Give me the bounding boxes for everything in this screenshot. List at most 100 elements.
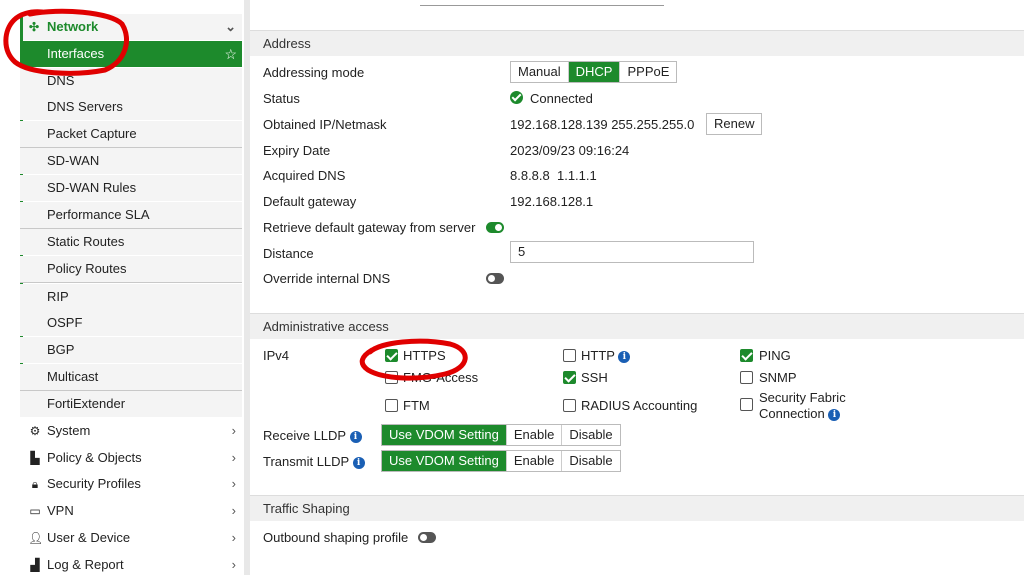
snmp-checkbox[interactable] bbox=[740, 371, 753, 384]
obtained-ip-value: 192.168.128.139 255.255.255.0 bbox=[510, 117, 695, 132]
sidebar-item-label: Static Routes bbox=[47, 234, 125, 249]
renew-button[interactable]: Renew bbox=[706, 113, 763, 135]
sidebar-item-label: Log & Report bbox=[47, 557, 124, 572]
radius-accounting-checkbox[interactable] bbox=[563, 399, 576, 412]
sidebar-item-label: Interfaces bbox=[47, 46, 105, 61]
sidebar-item-static-routes[interactable]: Static Routes bbox=[20, 229, 242, 255]
status-value: Connected bbox=[530, 91, 593, 106]
snmp-label: SNMP bbox=[759, 370, 797, 385]
sidebar: ✣ Network ⌄ Interfaces ☆ DNS DNS Servers… bbox=[0, 0, 248, 575]
info-icon[interactable]: i bbox=[828, 408, 841, 421]
transmit-lldp-label: Transmit LLDP i bbox=[263, 454, 365, 469]
sidebar-item-fortiextender[interactable]: FortiExtender bbox=[20, 391, 242, 417]
fmg-access-checkbox[interactable] bbox=[385, 371, 398, 384]
transmit-lldp-vdom-button[interactable]: Use VDOM Setting bbox=[382, 451, 507, 471]
main-content bbox=[250, 0, 1024, 575]
https-label: HTTPS bbox=[403, 348, 446, 363]
sidebar-item-label: SD-WAN Rules bbox=[47, 180, 137, 195]
acquired-dns-value: 8.8.8.8 1.1.1.1 bbox=[510, 168, 597, 183]
default-gateway-label: Default gateway bbox=[263, 194, 357, 209]
info-icon[interactable]: i bbox=[349, 430, 362, 443]
transmit-lldp-enable-button[interactable]: Enable bbox=[506, 451, 563, 471]
security-fabric-label: Security Fabric Connection i bbox=[759, 390, 846, 422]
network-icon: ✣ bbox=[28, 20, 40, 34]
fmg-access-label: FMG-Access bbox=[403, 370, 479, 385]
user-icon: 👤︎ bbox=[28, 531, 44, 545]
chevron-right-icon: › bbox=[231, 476, 236, 491]
sidebar-item-label: Policy & Objects bbox=[47, 450, 142, 465]
receive-lldp-vdom-button[interactable]: Use VDOM Setting bbox=[382, 425, 507, 445]
obtained-ip-label: Obtained IP/Netmask bbox=[263, 117, 387, 132]
sidebar-item-user-device[interactable]: 👤︎ User & Device › bbox=[0, 525, 242, 551]
sidebar-item-sd-wan[interactable]: SD-WAN bbox=[20, 148, 242, 174]
star-icon[interactable]: ☆ bbox=[224, 41, 237, 67]
receive-lldp-enable-button[interactable]: Enable bbox=[506, 425, 563, 445]
sidebar-item-vpn[interactable]: ▭ VPN › bbox=[0, 498, 242, 524]
sidebar-item-label: Multicast bbox=[47, 369, 99, 384]
toggle-knob bbox=[420, 534, 427, 541]
sidebar-item-label: OSPF bbox=[47, 315, 83, 330]
expiry-date-label: Expiry Date bbox=[263, 143, 331, 158]
sidebar-item-policy-routes[interactable]: Policy Routes bbox=[20, 256, 242, 282]
distance-label: Distance bbox=[263, 246, 314, 261]
radius-accounting-label: RADIUS Accounting bbox=[581, 398, 698, 413]
info-icon[interactable]: i bbox=[618, 350, 631, 363]
retrieve-gateway-toggle[interactable] bbox=[486, 222, 504, 233]
chevron-down-icon: ⌄ bbox=[225, 19, 236, 34]
sidebar-item-policy-objects[interactable]: ▙ Policy & Objects › bbox=[0, 445, 242, 471]
override-dns-toggle[interactable] bbox=[486, 273, 504, 284]
sidebar-item-security-profiles[interactable]: 🔒︎ Security Profiles › bbox=[0, 471, 242, 497]
default-gateway-value: 192.168.128.1 bbox=[510, 194, 594, 209]
sidebar-item-label: RIP bbox=[47, 289, 69, 304]
sidebar-item-dns-servers[interactable]: DNS Servers bbox=[20, 94, 242, 120]
chevron-right-icon: › bbox=[231, 557, 236, 572]
sidebar-item-label: Policy Routes bbox=[47, 261, 127, 276]
sidebar-item-network[interactable]: ✣ Network ⌄ bbox=[20, 14, 242, 40]
sidebar-item-label: DNS Servers bbox=[47, 99, 123, 114]
sidebar-item-label: Network bbox=[47, 19, 99, 34]
ssh-label: SSH bbox=[581, 370, 608, 385]
expiry-date-value: 2023/09/23 09:16:24 bbox=[510, 143, 630, 158]
sidebar-item-log-report[interactable]: ▟ Log & Report › bbox=[0, 552, 242, 575]
nav-divider bbox=[20, 282, 242, 283]
ftm-label: FTM bbox=[403, 398, 430, 413]
ssh-checkbox[interactable] bbox=[563, 371, 576, 384]
distance-input[interactable]: 5 bbox=[510, 241, 754, 263]
http-text: HTTP bbox=[581, 348, 615, 363]
sidebar-item-interfaces[interactable]: Interfaces ☆ bbox=[20, 41, 242, 67]
sidebar-item-packet-capture[interactable]: Packet Capture bbox=[20, 121, 242, 147]
ping-label: PING bbox=[759, 348, 791, 363]
outbound-shaping-toggle[interactable] bbox=[418, 532, 436, 543]
mode-manual-button[interactable]: Manual bbox=[511, 62, 569, 82]
sidebar-item-multicast[interactable]: Multicast bbox=[20, 364, 242, 390]
section-administrative-access: Administrative access bbox=[250, 313, 1024, 339]
ftm-checkbox[interactable] bbox=[385, 399, 398, 412]
mode-dhcp-button[interactable]: DHCP bbox=[568, 62, 621, 82]
sidebar-item-ospf[interactable]: OSPF bbox=[20, 310, 242, 336]
transmit-lldp-disable-button[interactable]: Disable bbox=[562, 451, 620, 471]
sidebar-item-dns[interactable]: DNS bbox=[20, 68, 242, 94]
info-icon[interactable]: i bbox=[352, 456, 365, 469]
chevron-right-icon: › bbox=[231, 450, 236, 465]
sidebar-item-label: DNS bbox=[47, 73, 75, 88]
http-checkbox[interactable] bbox=[563, 349, 576, 362]
retrieve-gateway-label: Retrieve default gateway from server bbox=[263, 220, 476, 235]
toggle-knob bbox=[488, 275, 495, 282]
policy-icon: ▙ bbox=[30, 451, 40, 465]
security-fabric-line2: Connection bbox=[759, 406, 825, 421]
sidebar-item-rip[interactable]: RIP bbox=[20, 284, 242, 310]
outbound-shaping-label: Outbound shaping profile bbox=[263, 530, 409, 545]
security-fabric-checkbox[interactable] bbox=[740, 398, 753, 411]
receive-lldp-disable-button[interactable]: Disable bbox=[562, 425, 620, 445]
sidebar-item-sd-wan-rules[interactable]: SD-WAN Rules bbox=[20, 175, 242, 201]
ping-checkbox[interactable] bbox=[740, 349, 753, 362]
sidebar-item-label: Performance SLA bbox=[47, 207, 150, 222]
check-circle-icon bbox=[510, 91, 523, 104]
sidebar-item-bgp[interactable]: BGP bbox=[20, 337, 242, 363]
sidebar-item-label: SD-WAN bbox=[47, 153, 100, 168]
https-checkbox[interactable] bbox=[385, 349, 398, 362]
sidebar-item-performance-sla[interactable]: Performance SLA bbox=[20, 202, 242, 228]
sidebar-item-system[interactable]: ⚙ System › bbox=[0, 418, 242, 444]
http-label: HTTP i bbox=[581, 348, 631, 363]
mode-pppoe-button[interactable]: PPPoE bbox=[620, 62, 677, 82]
